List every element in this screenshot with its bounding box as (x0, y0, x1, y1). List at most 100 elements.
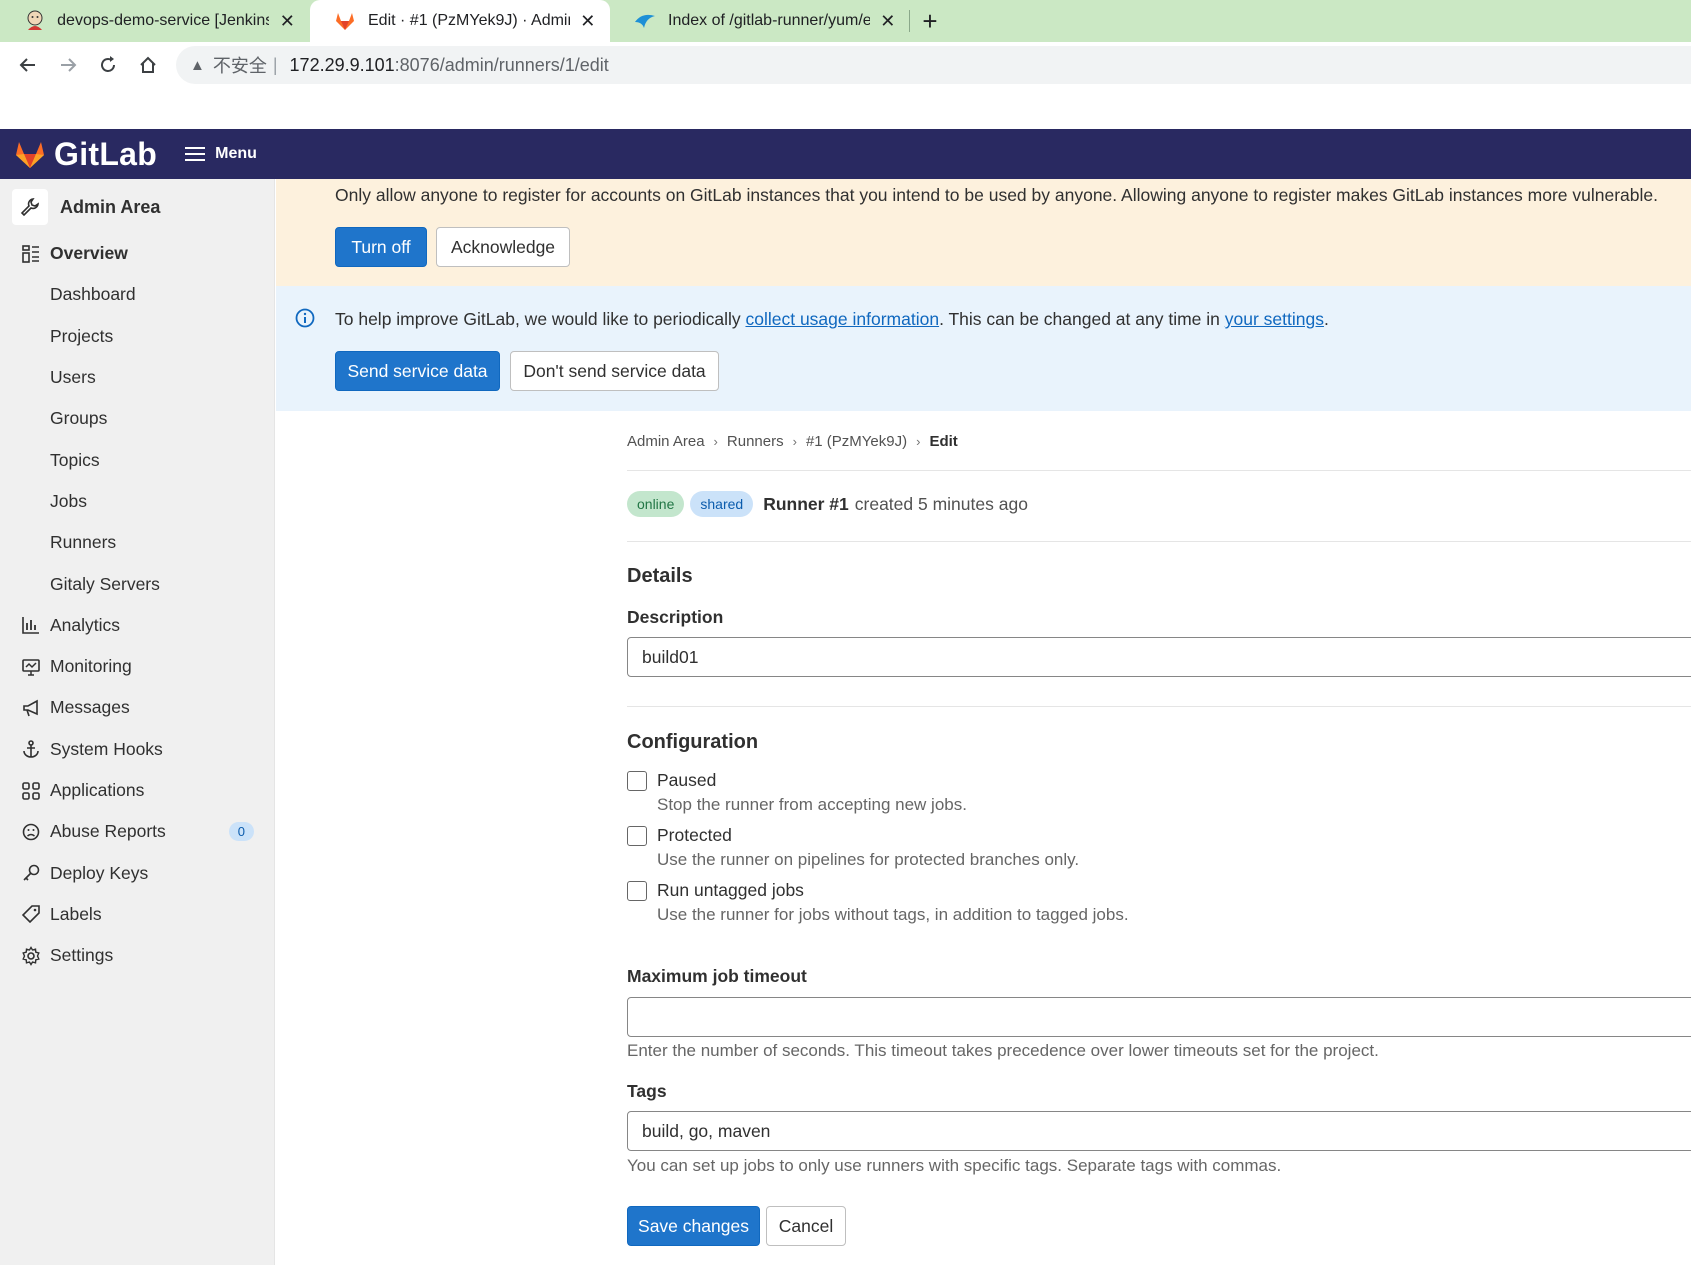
menu-button[interactable]: Menu (185, 143, 257, 165)
overview-grid-icon (20, 243, 42, 265)
sidebar-title: Admin Area (60, 196, 161, 217)
breadcrumb-edit: Edit (929, 433, 958, 450)
run-untagged-option: Run untagged jobs Use the runner for jobs… (627, 880, 1129, 925)
send-service-data-button[interactable]: Send service data (335, 351, 500, 391)
tags-value: build, go, maven (642, 1120, 771, 1141)
max-timeout-input[interactable] (627, 997, 1691, 1037)
max-timeout-help: Enter the number of seconds. This timeou… (627, 1041, 1379, 1060)
chevron-right-icon: › (792, 434, 797, 449)
run-untagged-help: Use the runner for jobs without tags, in… (657, 905, 1129, 924)
sidebar-item-abuse-reports[interactable]: Abuse Reports 0 (0, 811, 274, 852)
usage-text-part: . (1323, 309, 1329, 329)
browser-tab-title: Edit · #1 (PzMYek9J) · Admin Area (368, 12, 570, 29)
sidebar-item-label: Labels (50, 903, 102, 924)
divider (627, 706, 1691, 707)
browser-tab-title: Index of /gitlab-runner/yum/el7 (668, 12, 870, 29)
wrench-icon (12, 189, 48, 225)
forward-arrow-icon[interactable] (48, 45, 88, 85)
save-changes-button[interactable]: Save changes (627, 1206, 760, 1246)
run-untagged-checkbox[interactable] (627, 881, 647, 901)
paused-checkbox[interactable] (627, 771, 647, 791)
description-input[interactable]: build01 (627, 637, 1691, 677)
usage-ping-banner: To help improve GitLab, we would like to… (276, 286, 1691, 411)
sidebar-item-monitoring[interactable]: Monitoring (0, 646, 274, 687)
dont-send-service-data-button[interactable]: Don't send service data (510, 351, 719, 391)
collect-usage-information-link[interactable]: collect usage information (745, 309, 939, 329)
browser-tab-gitlab-edit[interactable]: Edit · #1 (PzMYek9J) · Admin Area ✕ (310, 0, 610, 42)
browser-tab-yum-index[interactable]: Index of /gitlab-runner/yum/el7 ✕ (610, 0, 910, 42)
breadcrumb-runner-1[interactable]: #1 (PzMYek9J) (806, 433, 907, 450)
sidebar-item-system-hooks[interactable]: System Hooks (0, 729, 274, 770)
breadcrumb-runners[interactable]: Runners (727, 433, 784, 450)
sidebar-item-applications[interactable]: Applications (0, 770, 274, 811)
address-separator: | (272, 54, 278, 75)
sidebar-item-deploy-keys[interactable]: Deploy Keys (0, 852, 274, 893)
sidebar-item-label: Groups (50, 408, 108, 429)
sidebar-item-analytics[interactable]: Analytics (0, 605, 274, 646)
sidebar-item-projects[interactable]: Projects (0, 316, 274, 357)
new-tab-button[interactable]: + (910, 0, 950, 42)
gitlab-logo-text: GitLab (54, 135, 158, 172)
sidebar-item-runners[interactable]: Runners (0, 522, 274, 563)
protected-checkbox[interactable] (627, 826, 647, 846)
sidebar-item-labels[interactable]: Labels (0, 894, 274, 935)
sidebar-item-label: Dashboard (50, 284, 136, 305)
browser-tab-jenkins[interactable]: devops-demo-service [Jenkins] ✕ (0, 0, 310, 42)
sidebar-item-jobs[interactable]: Jobs (0, 481, 274, 522)
sidebar-item-label: Settings (50, 945, 114, 966)
chart-icon (20, 614, 42, 636)
usage-text-part: . This can be changed at any time in (939, 309, 1225, 329)
runner-created-time: created 5 minutes ago (854, 493, 1028, 514)
runner-edit-page: Admin Area › Runners › #1 (PzMYek9J) › E… (627, 411, 1691, 1265)
sidebar-item-messages[interactable]: Messages (0, 687, 274, 728)
warning-triangle-icon: ▲ (190, 56, 205, 74)
sidebar-item-label: Users (50, 367, 96, 388)
browser-tab-strip: devops-demo-service [Jenkins] ✕ Edit · #… (0, 0, 1691, 42)
address-bar[interactable]: ▲ 不安全 | 172.29.9.101:8076/admin/runners/… (176, 46, 1691, 84)
gitlab-tanuki-icon (334, 10, 356, 32)
insecure-label: 不安全 (212, 56, 267, 76)
address-host: 172.29.9.101 (289, 54, 395, 75)
sidebar-item-label: System Hooks (50, 738, 163, 759)
label-icon (20, 903, 42, 925)
sidebar-item-overview[interactable]: Overview (0, 233, 274, 274)
protected-help: Use the runner on pipelines for protecte… (657, 850, 1080, 869)
menu-label: Menu (215, 145, 257, 162)
protected-label: Protected (657, 825, 732, 845)
sidebar-item-groups[interactable]: Groups (0, 398, 274, 439)
sidebar-item-label: Monitoring (50, 656, 132, 677)
anchor-icon (20, 738, 42, 760)
close-tab-icon[interactable]: ✕ (580, 11, 596, 32)
tags-input[interactable]: build, go, maven (627, 1111, 1691, 1151)
divider (627, 541, 1691, 542)
home-icon[interactable] (128, 45, 168, 85)
sidebar-item-label: Projects (50, 325, 114, 346)
sidebar-item-gitaly-servers[interactable]: Gitaly Servers (0, 563, 274, 604)
turn-off-button[interactable]: Turn off (335, 227, 427, 267)
close-tab-icon[interactable]: ✕ (279, 11, 296, 32)
sidebar-item-label: Messages (50, 697, 130, 718)
run-untagged-label: Run untagged jobs (657, 880, 804, 900)
back-arrow-icon[interactable] (8, 45, 48, 85)
usage-text-part: To help improve GitLab, we would like to… (335, 309, 746, 329)
sidebar-item-label: Topics (50, 449, 100, 470)
sidebar-header-admin-area[interactable]: Admin Area (0, 181, 274, 233)
sidebar-item-users[interactable]: Users (0, 357, 274, 398)
your-settings-link[interactable]: your settings (1225, 309, 1324, 329)
breadcrumb-admin-area[interactable]: Admin Area (627, 433, 705, 450)
sidebar-item-dashboard[interactable]: Dashboard (0, 274, 274, 315)
reload-icon[interactable] (88, 45, 128, 85)
sidebar-item-topics[interactable]: Topics (0, 439, 274, 480)
gitlab-home-link[interactable]: GitLab (14, 136, 157, 173)
signup-warning-text: Only allow anyone to register for accoun… (335, 185, 1658, 205)
close-tab-icon[interactable]: ✕ (880, 11, 896, 32)
signup-warning-banner: Only allow anyone to register for accoun… (276, 179, 1691, 286)
sidebar-item-label: Runners (50, 532, 117, 553)
abuse-reports-count-badge: 0 (228, 822, 254, 842)
usage-ping-text: To help improve GitLab, we would like to… (335, 309, 1329, 330)
bullhorn-icon (20, 697, 42, 719)
acknowledge-button[interactable]: Acknowledge (436, 227, 570, 267)
info-circle-icon (295, 308, 315, 333)
cancel-button[interactable]: Cancel (766, 1206, 846, 1246)
sidebar-item-settings[interactable]: Settings (0, 935, 274, 976)
